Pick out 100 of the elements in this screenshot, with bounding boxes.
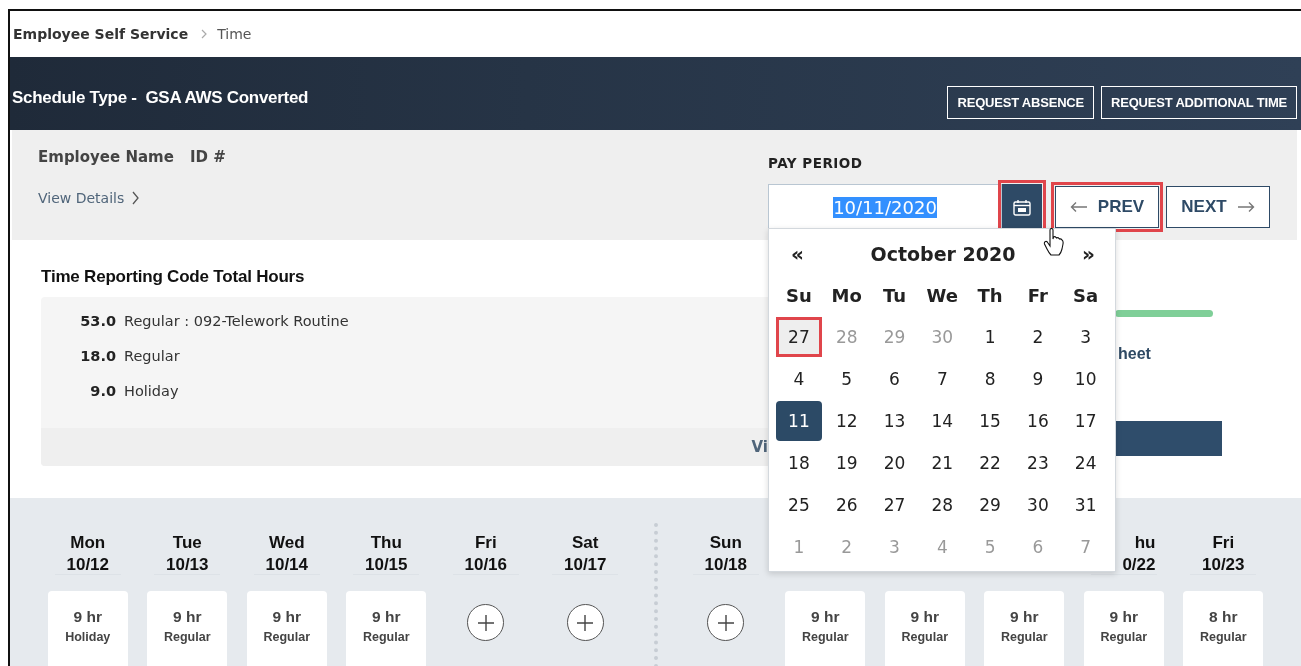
hours-value: 53.0: [79, 313, 116, 329]
day-cell[interactable]: 2: [1015, 317, 1061, 357]
weekday-label: Sa: [1073, 284, 1099, 306]
hours-text: 9 hr: [1010, 608, 1039, 626]
day-cell[interactable]: 28: [919, 485, 966, 525]
day-cell[interactable]: 17: [1062, 401, 1109, 441]
next-button[interactable]: NEXT: [1166, 186, 1270, 228]
schedule-title: Schedule Type - GSA AWS Converted: [12, 88, 309, 108]
day-cell[interactable]: 26: [823, 485, 870, 525]
panel-link[interactable]: heet: [1118, 345, 1151, 363]
time-entry-card[interactable]: 9 hr Regular: [346, 591, 427, 666]
day-cell[interactable]: 4: [776, 359, 822, 399]
time-entry-card[interactable]: 9 hr Regular: [984, 591, 1065, 666]
hours-text: 9 hr: [910, 608, 939, 626]
day-label: Thu: [370, 532, 402, 554]
day-label: Fri: [474, 532, 497, 554]
prev-month-button[interactable]: «: [787, 241, 808, 266]
weekday-label: Mo: [831, 284, 862, 306]
day-label: Fri: [1212, 532, 1235, 554]
weekday-label: Su: [786, 284, 812, 306]
hours-value: 18.0: [79, 348, 116, 364]
day-cell[interactable]: 6: [871, 359, 918, 399]
day-cell[interactable]: 16: [1015, 401, 1061, 441]
code-label: Regular : 092-Telework Routine: [124, 313, 349, 329]
day-cell[interactable]: 29: [967, 485, 1013, 525]
code-text: Regular: [362, 630, 410, 644]
calendar-icon: [1013, 198, 1031, 216]
action-button[interactable]: REQUEST ABSENCE: [947, 86, 1095, 119]
day-cell[interactable]: 19: [823, 443, 870, 483]
day-cell[interactable]: 22: [967, 443, 1013, 483]
day-label: Wed: [268, 532, 305, 554]
time-entry-card[interactable]: 9 hr Regular: [1083, 591, 1164, 666]
time-entry-card[interactable]: 9 hr Holiday: [47, 591, 128, 666]
calendar-button[interactable]: [1002, 184, 1042, 230]
day-cell[interactable]: 23: [1015, 443, 1061, 483]
day-cell[interactable]: 12: [823, 401, 870, 441]
date-label: 0/22: [1122, 554, 1156, 576]
day-cell[interactable]: 27: [871, 485, 918, 525]
hours-text: 9 hr: [372, 608, 401, 626]
code-text: Regular: [1100, 630, 1147, 644]
prev-button[interactable]: PREV: [1055, 186, 1159, 228]
weekday-label: Fr: [1027, 284, 1048, 306]
arrow-icon: [1069, 201, 1088, 213]
view-link[interactable]: Vi: [751, 438, 768, 456]
day-cell[interactable]: 18: [776, 443, 822, 483]
add-entry-button[interactable]: [707, 604, 745, 641]
code-label: Holiday: [124, 383, 179, 399]
pay-period-label: PAY PERIOD: [768, 155, 863, 171]
day-cell[interactable]: 3: [1062, 317, 1109, 357]
day-label: hu: [1134, 532, 1156, 554]
code-text: Regular: [1199, 630, 1247, 644]
code-label: Regular: [124, 348, 180, 364]
day-cell[interactable]: 20: [871, 443, 918, 483]
day-cell[interactable]: 8: [967, 359, 1013, 399]
add-entry-button[interactable]: [566, 604, 604, 641]
day-cell[interactable]: 25: [776, 485, 822, 525]
code-text: Regular: [1000, 630, 1048, 644]
view-details-link[interactable]: View Details: [38, 190, 141, 206]
day-label: Tue: [172, 532, 202, 554]
hours-text: 9 hr: [73, 608, 102, 626]
day-cell[interactable]: 7: [919, 359, 966, 399]
code-text: Regular: [263, 630, 310, 644]
time-entry-card[interactable]: 9 hr Regular: [246, 591, 327, 666]
day-label: Mon: [70, 532, 106, 554]
time-entry-card[interactable]: 8 hr Regular: [1183, 591, 1264, 666]
day-cell[interactable]: 10: [1062, 359, 1109, 399]
action-button[interactable]: REQUEST ADDITIONAL TIME: [1101, 86, 1297, 119]
day-label: Sun: [709, 532, 742, 554]
time-entry-card[interactable]: 9 hr Regular: [147, 591, 228, 666]
breadcrumb-link[interactable]: Employee Self Service: [13, 26, 189, 42]
day-cell[interactable]: 13: [871, 401, 918, 441]
day-cell[interactable]: 1: [967, 317, 1013, 357]
plus-icon: [716, 613, 735, 632]
day-cell[interactable]: 14: [919, 401, 966, 441]
date-label: 10/23: [1201, 554, 1245, 576]
day-cell[interactable]: 9: [1015, 359, 1061, 399]
breadcrumb-current: Time: [217, 26, 252, 42]
day-cell[interactable]: 15: [967, 401, 1013, 441]
day-cell[interactable]: 24: [1062, 443, 1109, 483]
code-text: Regular: [801, 630, 849, 644]
date-label: 10/16: [464, 554, 507, 576]
employee-id-label: ID #: [189, 148, 226, 166]
day-cell[interactable]: 5: [823, 359, 870, 399]
time-entry-card[interactable]: 9 hr Regular: [884, 591, 965, 666]
hours-text: 8 hr: [1209, 608, 1238, 626]
date-label: 10/17: [563, 554, 607, 576]
hours-text: 9 hr: [811, 608, 840, 626]
next-month-button[interactable]: »: [1078, 241, 1099, 266]
chevron-icon: [200, 29, 209, 39]
time-entry-card[interactable]: 9 hr Regular: [785, 591, 866, 666]
plus-icon: [476, 613, 495, 632]
hours-text: 9 hr: [1109, 608, 1138, 626]
add-entry-button[interactable]: [467, 604, 505, 641]
day-cell[interactable]: 21: [919, 443, 966, 483]
day-cell[interactable]: 30: [1015, 485, 1061, 525]
day-cell[interactable]: 27: [776, 317, 822, 357]
day-cell[interactable]: 31: [1062, 485, 1109, 525]
day-cell[interactable]: 11: [776, 401, 822, 441]
plus-icon: [576, 613, 595, 632]
hours-text: 9 hr: [173, 608, 202, 626]
